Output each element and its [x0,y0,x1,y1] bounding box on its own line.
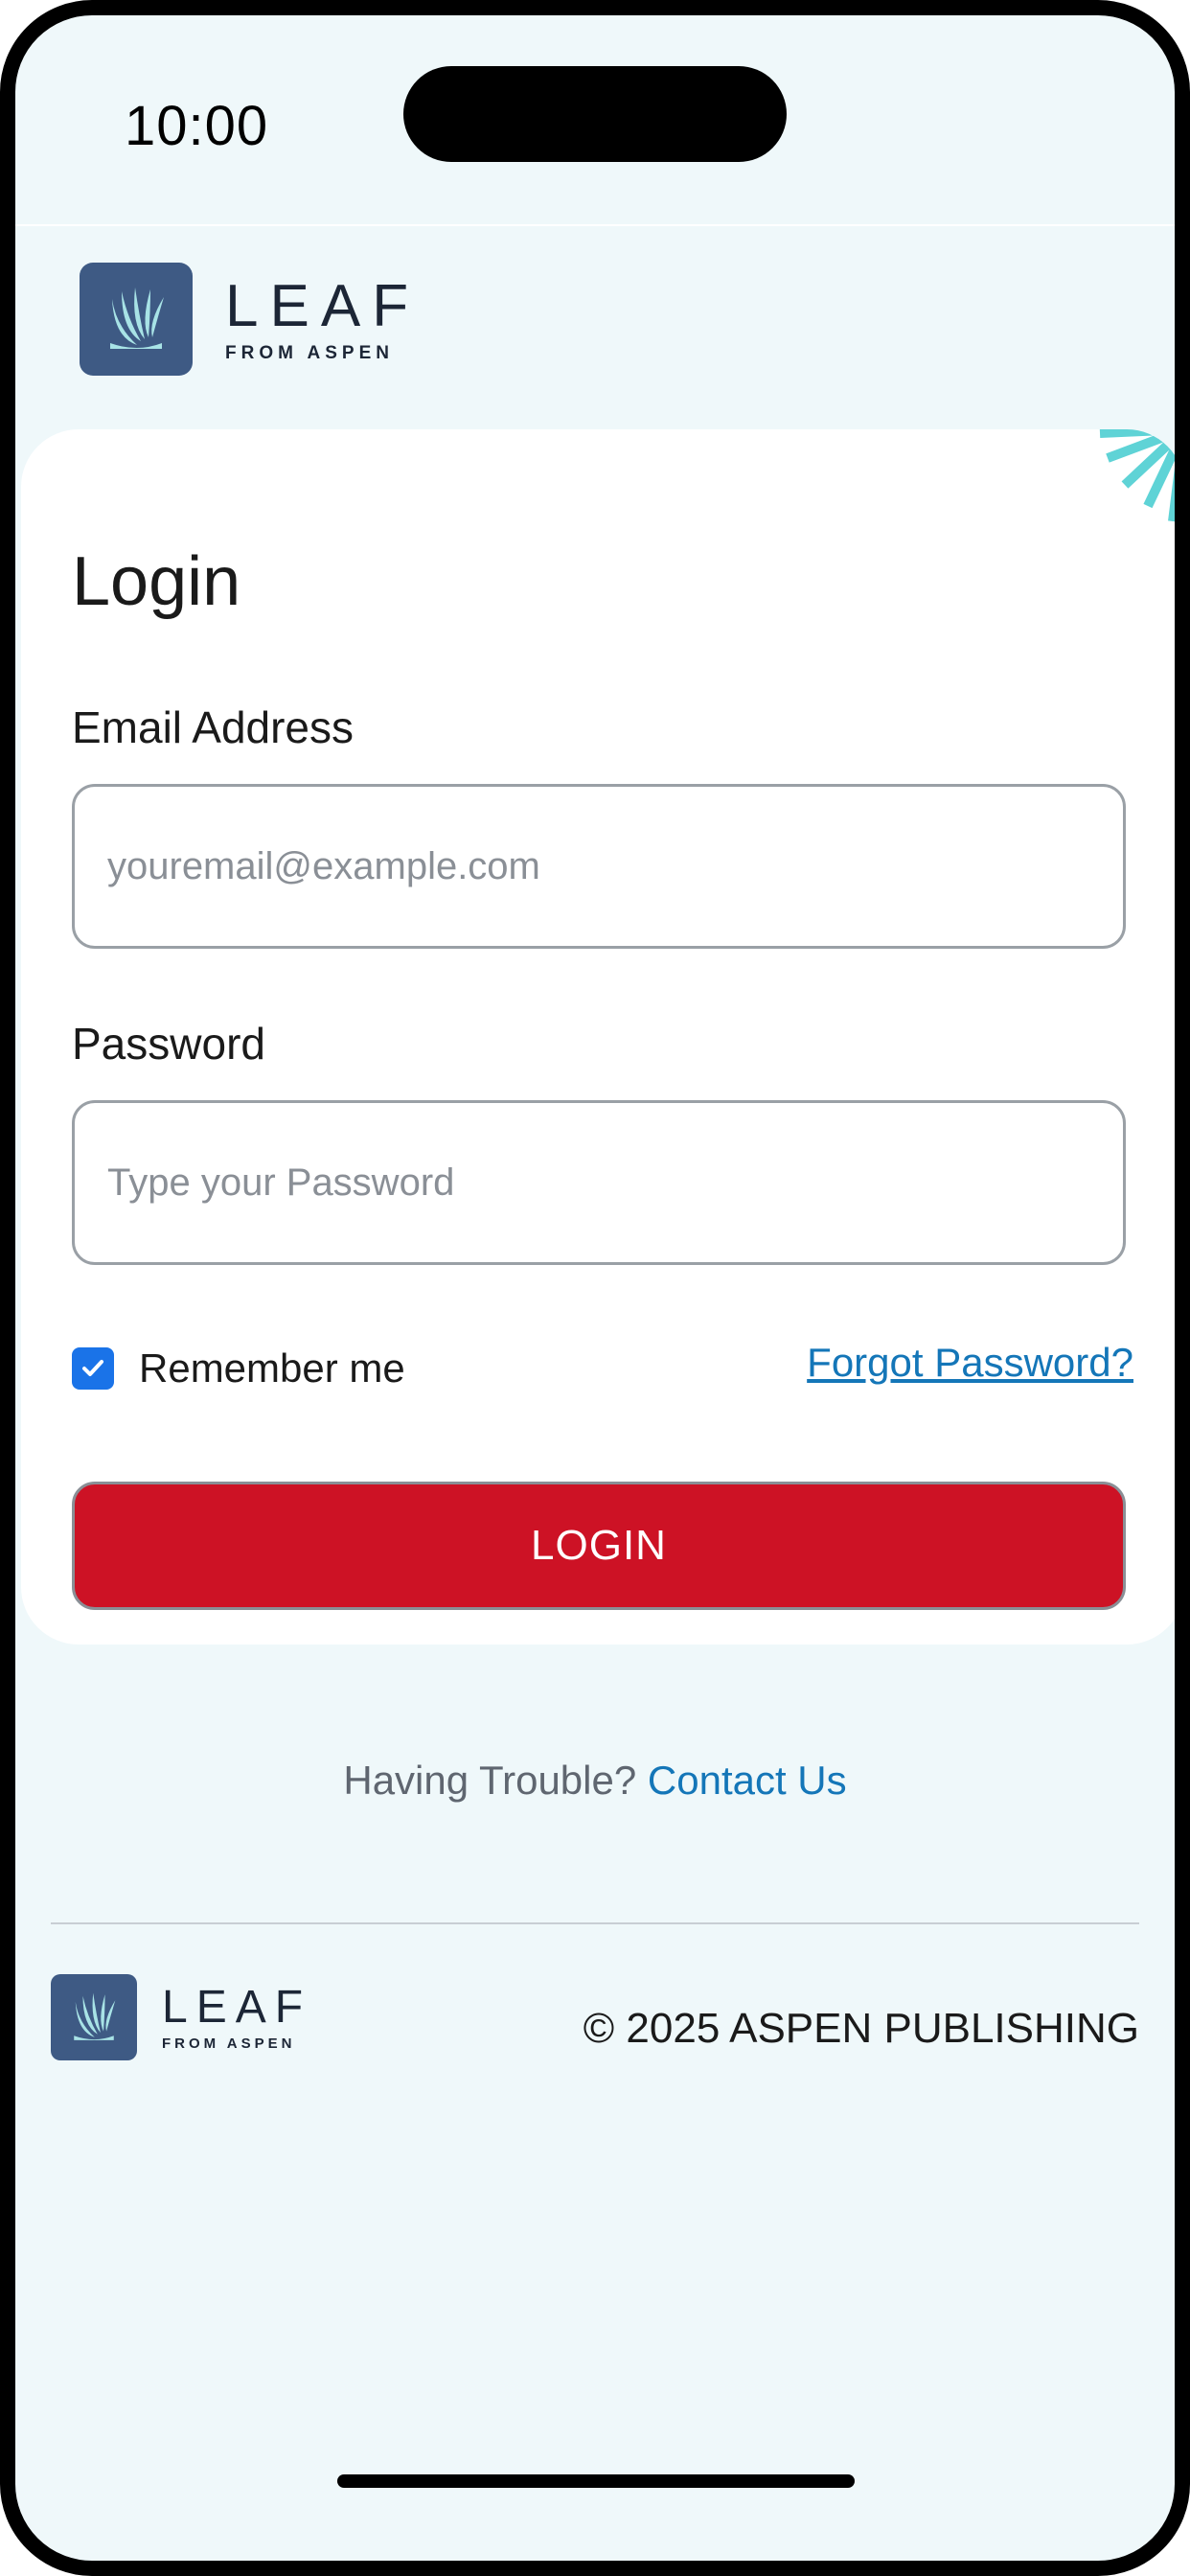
phone-frame: 10:00 LEAF FROM ASPEN Login Email Addres… [0,0,1190,2576]
login-button[interactable]: LOGIN [72,1482,1126,1610]
page-title: Login [72,543,241,620]
footer-divider [51,1922,1139,1924]
status-bar: 10:00 [15,15,1175,226]
email-field-container [72,784,1126,949]
password-field-container [72,1100,1126,1265]
password-label: Password [72,1019,265,1069]
leaf-logo-icon [80,263,193,376]
checkmark-icon [82,1360,103,1376]
footer-logo: LEAF FROM ASPEN [51,1974,311,2060]
help-text: Having Trouble? Contact Us [15,1758,1175,1804]
login-card: Login Email Address Password Remember me… [21,429,1175,1644]
leaf-logo-icon [51,1974,137,2060]
copyright-text: © 2025 ASPEN PUBLISHING [583,2005,1139,2052]
footer-brand-name: LEAF [162,1981,312,2033]
brand-tagline: FROM ASPEN [225,342,394,363]
dynamic-island [403,66,787,162]
brand-name: LEAF [225,272,421,339]
header-logo: LEAF FROM ASPEN [80,263,420,376]
contact-us-link[interactable]: Contact Us [648,1758,847,1803]
remember-me-row: Remember me [72,1346,405,1392]
help-prompt: Having Trouble? [343,1758,637,1803]
home-indicator [337,2474,855,2488]
remember-me-checkbox[interactable] [72,1347,114,1390]
password-field[interactable] [107,1161,1123,1205]
remember-me-label[interactable]: Remember me [139,1346,405,1392]
email-field[interactable] [107,844,1123,888]
status-time: 10:00 [125,95,269,157]
footer-brand-tagline: FROM ASPEN [162,2035,296,2052]
burst-decoration-icon [1099,429,1175,522]
email-label: Email Address [72,702,355,752]
forgot-password-link[interactable]: Forgot Password? [807,1340,1133,1386]
